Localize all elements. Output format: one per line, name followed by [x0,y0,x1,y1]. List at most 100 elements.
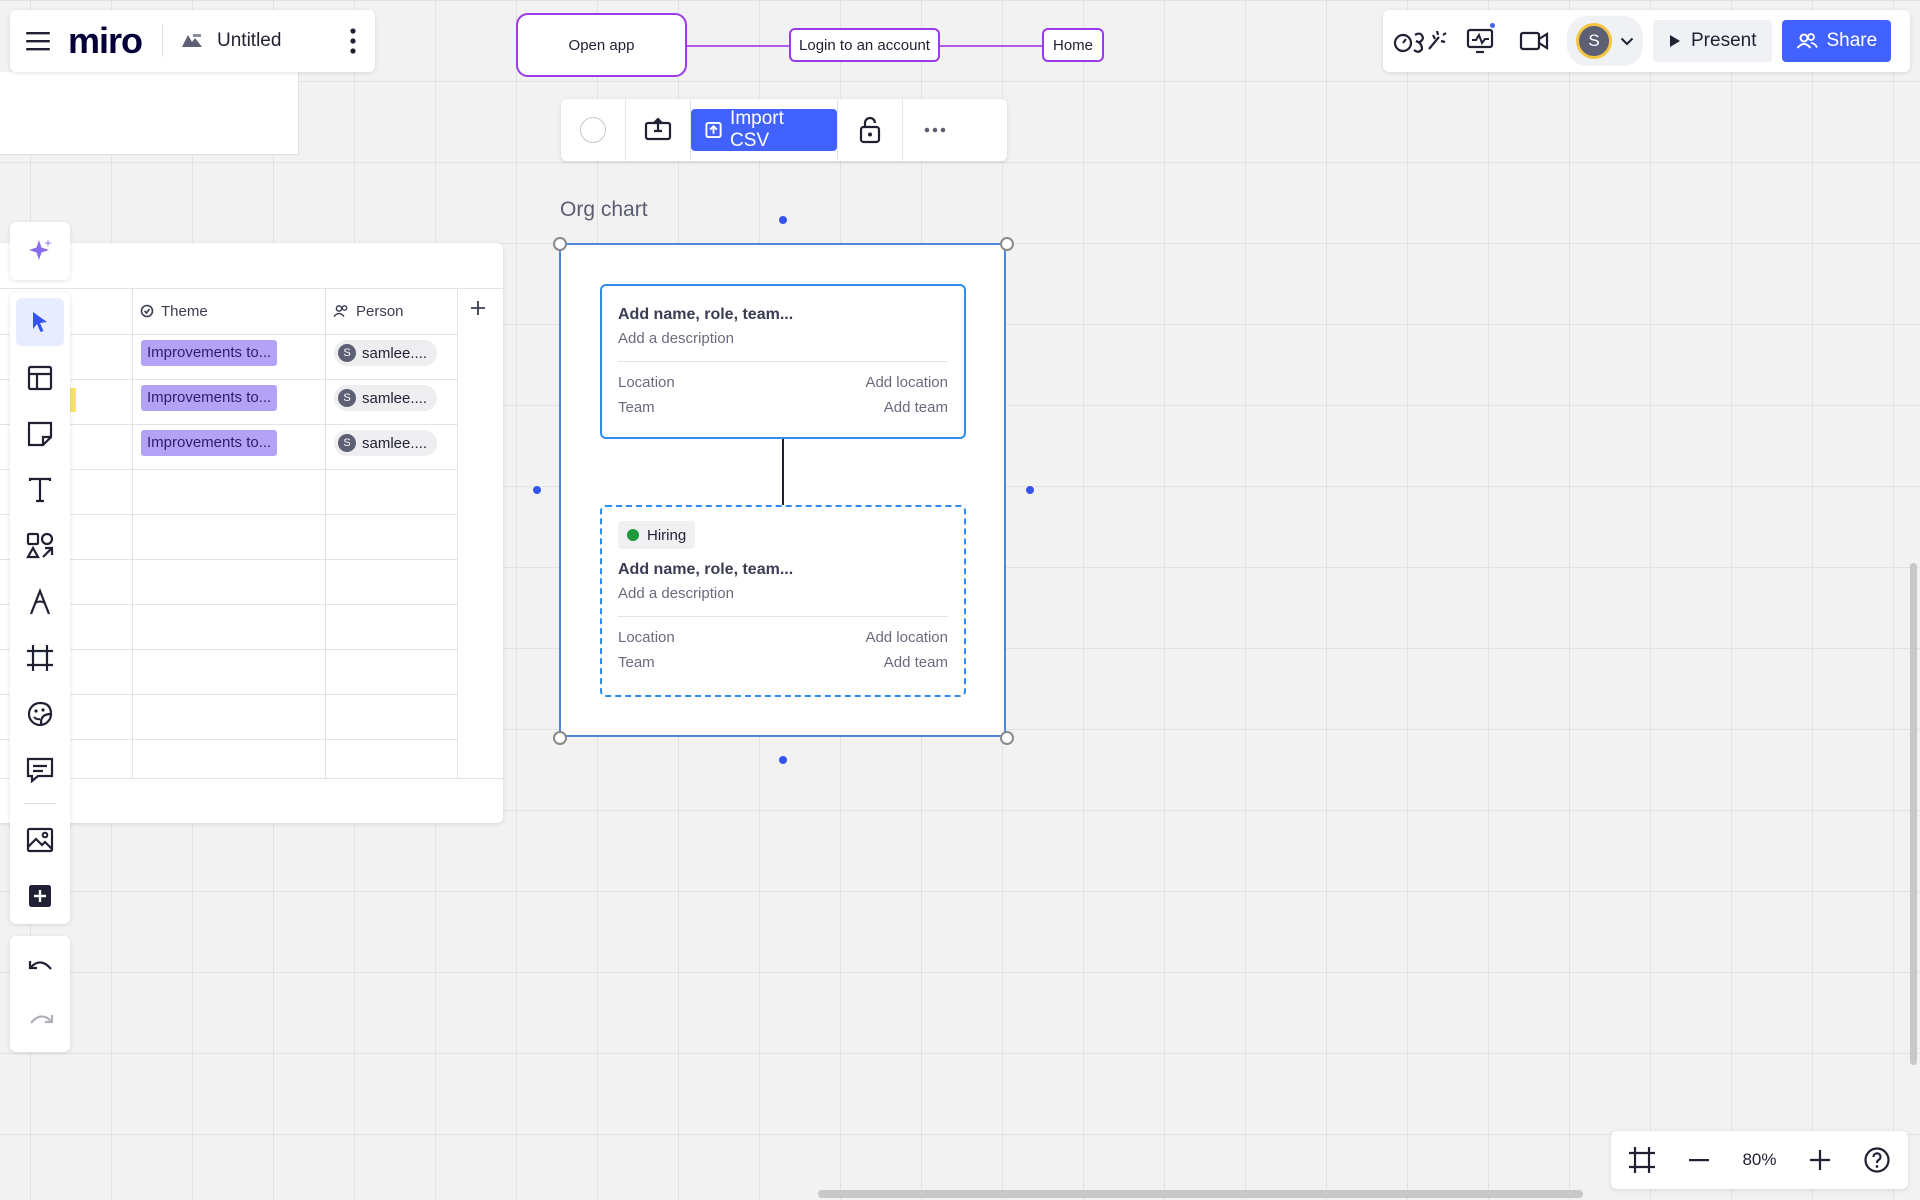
team-value[interactable]: Add team [884,399,948,416]
ai-sparkle-icon [29,239,52,260]
share-button[interactable]: Share [1782,20,1892,62]
card-location-row: Location Add location [618,629,948,646]
row-color-marker [70,388,76,412]
theme-tag[interactable]: Improvements to... [141,385,278,411]
card-divider [618,361,948,362]
person-chip[interactable]: S samlee.... [334,340,438,366]
select-cursor-icon [33,312,47,332]
import-csv-button[interactable]: Import CSV [691,108,837,151]
reactions-button[interactable] [1389,16,1453,66]
upload-tool[interactable] [16,816,64,864]
shapes-tool[interactable] [16,522,64,570]
location-value[interactable]: Add location [865,374,948,391]
card-name[interactable]: Add name, role, team... [618,306,948,324]
person-chip[interactable]: S samlee.... [334,385,438,411]
table-line [457,288,458,778]
connection-point[interactable] [1026,486,1034,494]
horizontal-scrollbar[interactable] [818,1190,1583,1198]
activity-chart-icon [1466,28,1494,54]
more-apps-tool[interactable] [16,872,64,920]
main-menu-icon[interactable] [10,10,66,72]
person-chip[interactable]: S samlee.... [334,430,438,456]
card-name[interactable]: Add name, role, team... [618,561,948,579]
zoom-level[interactable]: 80% [1742,1150,1776,1170]
card-description[interactable]: Add a description [618,330,948,347]
flow-connector[interactable] [938,45,1044,47]
more-options-button[interactable] [903,99,967,161]
table-widget[interactable]: y Theme Person Improvements to... S saml… [0,243,503,823]
theme-tag[interactable]: Improvements to... [141,340,278,366]
templates-tool[interactable] [16,354,64,402]
resize-handle[interactable] [553,237,567,251]
board-object-rectangle[interactable] [0,72,299,155]
person-name: samlee.... [362,344,428,362]
select-tool[interactable] [16,298,64,346]
board-title[interactable]: Untitled [217,30,281,52]
card-description[interactable]: Add a description [618,585,948,602]
connection-point[interactable] [779,216,787,224]
flow-node-home[interactable]: Home [1042,28,1104,62]
table-line [325,288,326,778]
ai-assist-button[interactable] [10,222,70,280]
help-button[interactable] [1863,1146,1891,1174]
org-card[interactable]: Hiring Add name, role, team... Add a des… [600,505,966,697]
activity-button[interactable] [1453,16,1507,66]
flow-node-open-app[interactable]: Open app [516,13,687,77]
team-value[interactable]: Add team [884,654,948,671]
collaboration-toolbar: S Present Share [1383,10,1910,72]
people-icon [333,305,348,318]
sticky-note-icon [27,421,53,447]
sticky-note-tool[interactable] [16,410,64,458]
org-connector-line[interactable] [782,439,784,505]
connection-point[interactable] [533,486,541,494]
stickers-tool[interactable] [16,690,64,738]
pen-tool[interactable] [16,578,64,626]
location-value[interactable]: Add location [865,629,948,646]
connection-point[interactable] [779,756,787,764]
column-header-theme[interactable]: Theme [140,288,208,334]
users-icon [1797,33,1819,49]
frame-title[interactable]: Org chart [560,198,648,222]
flow-connector[interactable] [686,45,790,47]
hiring-badge[interactable]: Hiring [618,521,696,549]
fit-to-screen-button[interactable] [1628,1146,1656,1174]
resize-handle[interactable] [1000,237,1014,251]
context-toolbar: Import CSV [561,99,1007,161]
frame-tool[interactable] [16,634,64,682]
undo-button[interactable] [28,958,54,976]
card-team-row: Team Add team [618,399,948,416]
more-apps-icon [29,885,51,907]
color-picker-button[interactable] [561,99,626,161]
miro-logo[interactable]: miro [68,20,143,62]
zoom-in-button[interactable] [1809,1150,1830,1170]
lock-icon [859,116,881,144]
video-call-button[interactable] [1507,16,1561,66]
location-label: Location [618,374,675,391]
timer-reactions-icon [1393,30,1447,53]
lock-button[interactable] [838,99,903,161]
user-menu[interactable]: S [1567,16,1643,66]
add-column-icon[interactable] [470,300,486,316]
column-header-person[interactable]: Person [333,288,404,334]
board-thumbnail-icon[interactable] [181,33,203,49]
flow-node-login[interactable]: Login to an account [789,28,940,62]
chevron-down-icon [1620,37,1634,45]
minus-icon [1689,1159,1710,1162]
card-divider [618,616,948,617]
team-label: Team [618,399,655,416]
comment-tool[interactable] [16,746,64,794]
board-options-icon[interactable] [331,28,375,54]
resize-handle[interactable] [553,731,567,745]
present-frame-button[interactable] [626,99,691,161]
text-tool[interactable] [16,466,64,514]
zoom-out-button[interactable] [1689,1158,1710,1162]
vertical-scrollbar[interactable] [1910,563,1917,1065]
org-card[interactable]: Add name, role, team... Add a descriptio… [600,284,966,439]
templates-icon [27,365,53,391]
theme-tag[interactable]: Improvements to... [141,430,278,456]
redo-button[interactable] [28,1012,54,1030]
resize-handle[interactable] [1000,731,1014,745]
present-button[interactable]: Present [1653,20,1773,62]
status-circle-icon [140,304,154,318]
card-location-row: Location Add location [618,374,948,391]
